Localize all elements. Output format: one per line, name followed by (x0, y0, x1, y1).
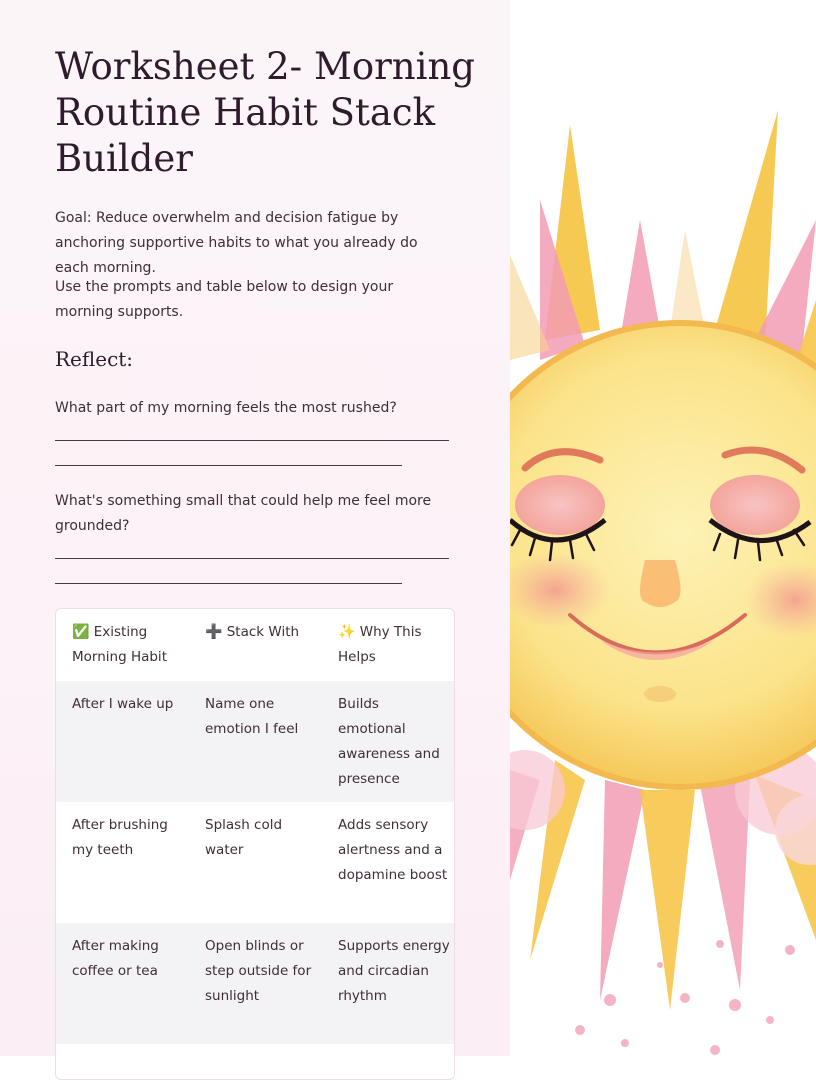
sparkles-icon: ✨ (338, 624, 356, 640)
plus-icon: ➕ (205, 624, 223, 640)
table-row-empty (56, 1044, 454, 1079)
sun-chin (644, 686, 676, 702)
existing-habit-cell: After I wake up (72, 696, 174, 712)
why-helps-cell: Adds sensory alertness and a dopamine bo… (338, 817, 448, 883)
header-stack-with: ➕ Stack With (205, 624, 300, 640)
habit-stack-table: ✅ Existing Morning Habit ➕ Stack With ✨ … (55, 608, 455, 1080)
prompt-1: What part of my morning feels the most r… (55, 400, 397, 416)
reflect-heading: Reflect: (55, 347, 134, 371)
table-row: After making coffee or tea Open blinds o… (56, 923, 454, 1044)
sun-nose (640, 560, 681, 607)
header-existing-habit: ✅ Existing Morning Habit (72, 624, 167, 665)
illustration-panel (510, 0, 816, 1056)
worksheet-panel: Worksheet 2- Morning Routine Habit Stack… (0, 0, 510, 1080)
existing-habit-cell: After brushing my teeth (72, 817, 168, 858)
stack-with-cell: Name one emotion I feel (205, 696, 299, 737)
header-why-helps: ✨ Why This Helps (338, 624, 422, 665)
stack-with-cell: Splash cold water (205, 817, 283, 858)
goal-text: Goal: Reduce overwhelm and decision fati… (55, 210, 418, 276)
stack-with-cell: Open blinds or step outside for sunlight (205, 938, 312, 1004)
table-row: After I wake up Name one emotion I feel … (56, 681, 454, 802)
existing-habit-cell: After making coffee or tea (72, 938, 159, 979)
why-helps-cell: Supports energy and circadian rhythm (338, 938, 450, 1004)
check-icon: ✅ (72, 624, 90, 640)
page-title: Worksheet 2- Morning Routine Habit Stack… (55, 45, 475, 180)
answer-line-2a[interactable] (55, 558, 449, 559)
why-helps-cell: Builds emotional awareness and presence (338, 696, 440, 787)
sun-face-icon (510, 110, 816, 1055)
left-eyelid (515, 475, 605, 535)
prompt-2: What's something small that could help m… (55, 493, 432, 534)
table-row: After brushing my teeth Splash cold wate… (56, 802, 454, 923)
answer-line-1a[interactable] (55, 440, 449, 441)
answer-line-2b[interactable] (55, 583, 402, 584)
instructions-text: Use the prompts and table below to desig… (55, 279, 394, 320)
right-eyelid (710, 475, 800, 535)
answer-line-1b[interactable] (55, 465, 402, 466)
table-header-row: ✅ Existing Morning Habit ➕ Stack With ✨ … (56, 609, 454, 681)
